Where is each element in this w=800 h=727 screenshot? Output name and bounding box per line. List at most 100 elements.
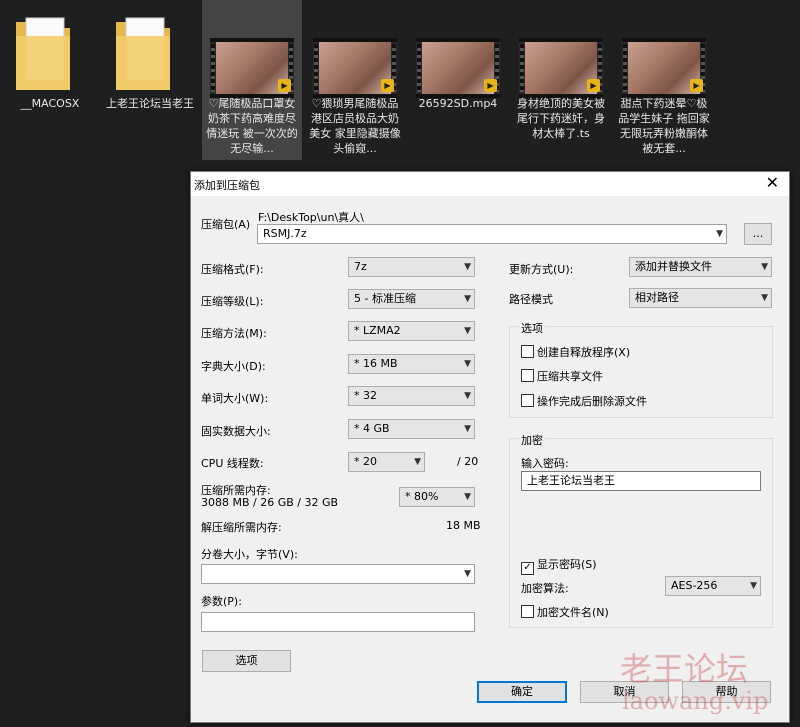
enc-method-select[interactable]: AES-256 ▼ — [665, 576, 761, 596]
video-item-3[interactable]: ▶ 26592SD.mp4 — [408, 0, 508, 160]
shared-checkbox[interactable]: 压缩共享文件 — [521, 368, 603, 384]
item-label: ♡猥琐男尾随极品港区店员极品大奶美女 家里隐藏摄像头偷窥... — [309, 97, 401, 155]
params-input[interactable] — [201, 612, 475, 632]
player-badge-icon: ▶ — [587, 79, 600, 92]
dict-label: 字典大小(D): — [201, 360, 266, 373]
archive-label: 压缩包(A) — [201, 218, 251, 231]
chevron-down-icon: ▼ — [464, 326, 471, 336]
volume-combo[interactable]: ▼ — [201, 564, 475, 584]
pathmode-select[interactable]: 相对路径 ▼ — [629, 288, 772, 308]
item-label: 甜点下药迷晕♡极品学生妹子 拖回家无限玩弄粉嫩酮体 被无套... — [618, 97, 710, 155]
archive-name-combo[interactable]: RSMJ.7z ▼ — [257, 224, 727, 244]
word-value: * 32 — [354, 389, 377, 402]
chevron-down-icon: ▼ — [464, 492, 471, 502]
video-item-4[interactable]: ▶ 身材绝顶的美女被尾行下药迷奸，身材太棒了.ts — [511, 0, 611, 160]
format-select[interactable]: 7z ▼ — [348, 257, 475, 277]
video-thumbnail: ▶ — [313, 38, 397, 98]
password-input[interactable]: 上老王论坛当老王 — [521, 471, 761, 491]
cpu-value: * 20 — [354, 455, 377, 468]
checkmark-icon: ✓ — [521, 562, 534, 575]
item-label: ♡尾随极品口罩女奶茶下药高难度尽情迷玩 被一次次的无尽输... — [206, 97, 298, 155]
params-label: 参数(P): — [201, 595, 242, 608]
cpu-max: / 20 — [457, 455, 479, 468]
close-icon[interactable]: ✕ — [766, 174, 779, 192]
video-thumbnail: ▶ — [519, 38, 603, 98]
dialog-titlebar[interactable]: 添加到压缩包 ✕ — [191, 172, 789, 196]
word-label: 单词大小(W): — [201, 392, 269, 405]
update-select[interactable]: 添加并替换文件 ▼ — [629, 257, 772, 277]
method-value: * LZMA2 — [354, 324, 401, 337]
encrypt-names-label: 加密文件名(N) — [537, 606, 609, 619]
chevron-down-icon: ▼ — [464, 359, 471, 369]
chevron-down-icon: ▼ — [761, 293, 768, 303]
dict-select[interactable]: * 16 MB ▼ — [348, 354, 475, 374]
add-to-archive-dialog: 添加到压缩包 ✕ 压缩包(A) F:\DeskTop\un\真人\ RSMJ.7… — [190, 171, 790, 723]
delete-label: 操作完成后删除源文件 — [537, 395, 647, 408]
video-thumbnail: ▶ — [622, 38, 706, 98]
chevron-down-icon: ▼ — [750, 581, 757, 591]
options-group-title: 选项 — [519, 320, 545, 336]
video-thumbnail: ▶ — [416, 38, 500, 98]
video-item-1[interactable]: ▶ ♡尾随极品口罩女奶茶下药高难度尽情迷玩 被一次次的无尽输... — [202, 0, 302, 160]
delete-checkbox[interactable]: 操作完成后删除源文件 — [521, 393, 647, 409]
chevron-down-icon: ▼ — [464, 391, 471, 401]
folder-icon — [16, 17, 70, 90]
update-value: 添加并替换文件 — [635, 260, 712, 273]
item-label: __MACOSX — [20, 97, 80, 110]
sfx-checkbox[interactable]: 创建自释放程序(X) — [521, 344, 630, 360]
level-value: 5 - 标准压缩 — [354, 292, 416, 305]
decomp-label: 解压缩所需内存: — [201, 521, 282, 534]
pathmode-value: 相对路径 — [635, 291, 679, 304]
format-label: 压缩格式(F): — [201, 263, 264, 276]
chevron-down-icon: ▼ — [464, 294, 471, 304]
folder-item-macosx[interactable]: __MACOSX — [0, 0, 100, 160]
cpu-select[interactable]: * 20 ▼ — [348, 452, 425, 472]
item-label: 身材绝顶的美女被尾行下药迷奸，身材太棒了.ts — [517, 97, 605, 140]
archive-name-value: RSMJ.7z — [263, 227, 307, 240]
volume-label: 分卷大小，字节(V): — [201, 548, 298, 561]
folder-icon — [116, 17, 170, 90]
item-label: 26592SD.mp4 — [418, 97, 498, 110]
browse-button[interactable]: ... — [744, 223, 772, 245]
update-label: 更新方式(U): — [509, 263, 574, 276]
player-badge-icon: ▶ — [690, 79, 703, 92]
encrypt-names-checkbox[interactable]: 加密文件名(N) — [521, 604, 609, 620]
sfx-label: 创建自释放程序(X) — [537, 346, 631, 359]
word-select[interactable]: * 32 ▼ — [348, 386, 475, 406]
show-password-checkbox[interactable]: ✓ 显示密码(S) — [521, 556, 597, 575]
cpu-label: CPU 线程数: — [201, 457, 264, 470]
ok-button[interactable]: 确定 — [477, 681, 567, 703]
show-password-label: 显示密码(S) — [537, 558, 597, 571]
options-button[interactable]: 选项 — [202, 650, 291, 672]
item-label: 上老王论坛当老王 — [106, 97, 194, 110]
player-badge-icon: ▶ — [278, 79, 291, 92]
chevron-down-icon: ▼ — [464, 424, 471, 434]
enc-method-label: 加密算法: — [521, 582, 569, 595]
method-select[interactable]: * LZMA2 ▼ — [348, 321, 475, 341]
solid-select[interactable]: * 4 GB ▼ — [348, 419, 475, 439]
password-label: 输入密码: — [521, 457, 569, 470]
mem-select[interactable]: * 80% ▼ — [399, 487, 475, 507]
dialog-title: 添加到压缩包 — [194, 179, 260, 192]
watermark-cn: 老王论坛 — [620, 650, 749, 688]
shared-label: 压缩共享文件 — [537, 370, 603, 383]
video-item-5[interactable]: ▶ 甜点下药迷晕♡极品学生妹子 拖回家无限玩弄粉嫩酮体 被无套... — [614, 0, 714, 160]
watermark-en: laowang.vip — [622, 687, 769, 715]
method-label: 压缩方法(M): — [201, 327, 267, 340]
player-badge-icon: ▶ — [484, 79, 497, 92]
chevron-down-icon: ▼ — [716, 229, 723, 239]
video-item-2[interactable]: ▶ ♡猥琐男尾随极品港区店员极品大奶美女 家里隐藏摄像头偷窥... — [305, 0, 405, 160]
decomp-value: 18 MB — [446, 519, 481, 532]
solid-value: * 4 GB — [354, 422, 390, 435]
solid-label: 固实数据大小: — [201, 425, 271, 438]
enc-method-value: AES-256 — [671, 579, 718, 592]
archive-path: F:\DeskTop\un\真人\ — [258, 211, 364, 224]
folder-item-laowang[interactable]: 上老王论坛当老王 — [100, 0, 200, 160]
pathmode-label: 路径模式 — [509, 293, 553, 306]
level-select[interactable]: 5 - 标准压缩 ▼ — [348, 289, 475, 309]
player-badge-icon: ▶ — [381, 79, 394, 92]
encryption-group-title: 加密 — [519, 432, 545, 448]
mem-value: * 80% — [405, 490, 439, 503]
mem-detail: 3088 MB / 26 GB / 32 GB — [201, 496, 339, 509]
dict-value: * 16 MB — [354, 357, 398, 370]
